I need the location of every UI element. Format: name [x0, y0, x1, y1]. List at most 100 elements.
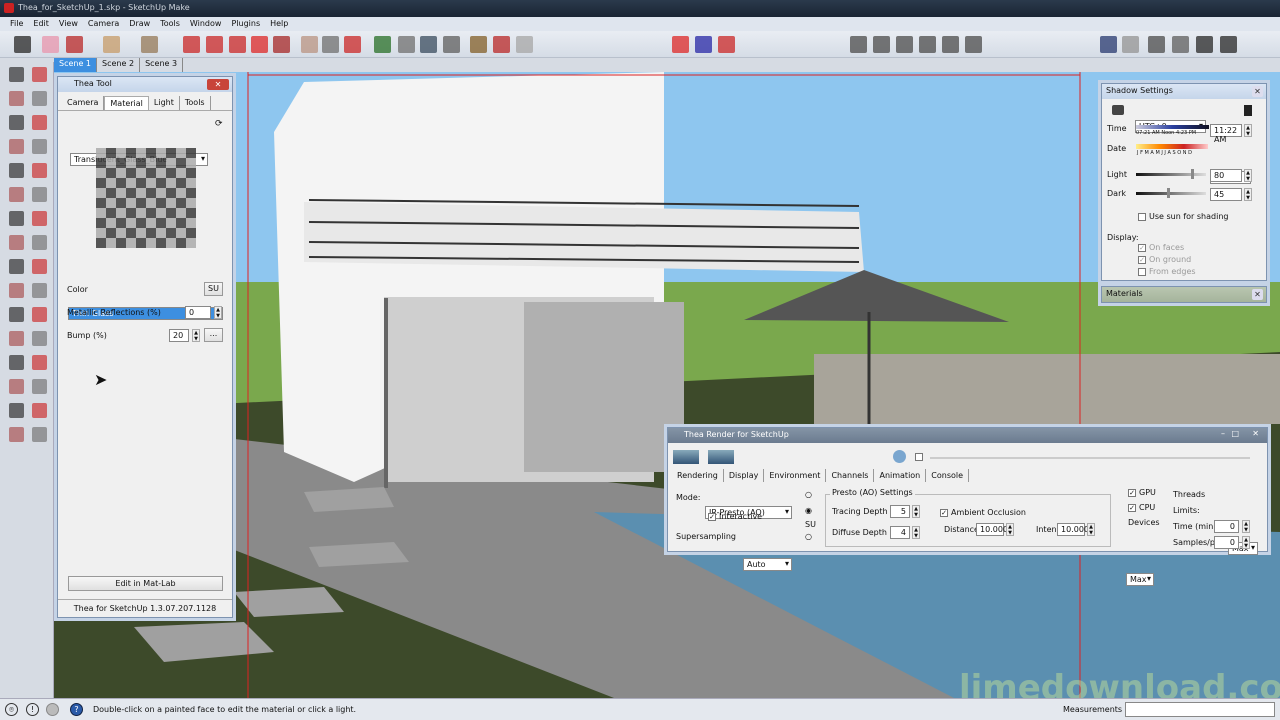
line-icon[interactable]	[32, 115, 47, 130]
monochrome-icon[interactable]	[1220, 36, 1237, 53]
tape-measure-icon[interactable]	[9, 259, 24, 274]
diffuse-depth-spinner[interactable]: ▲ ▼	[912, 526, 920, 539]
select-icon[interactable]	[9, 67, 24, 82]
on-faces-checkbox[interactable]: ✓ On faces	[1138, 243, 1184, 252]
scene-tab-3[interactable]: Scene 3	[140, 58, 184, 72]
top-view-icon[interactable]	[873, 36, 890, 53]
light-spinner[interactable]: ▲ ▼	[1244, 169, 1252, 182]
thea-settings-icon[interactable]	[718, 36, 735, 53]
scene-tab-1[interactable]: Scene 1	[54, 58, 98, 72]
select-icon[interactable]	[14, 36, 31, 53]
materials-panel[interactable]: Materials ✕	[1101, 286, 1267, 303]
tape-measure-icon[interactable]	[301, 36, 318, 53]
on-ground-checkbox[interactable]: ✓ On ground	[1138, 255, 1191, 264]
tracing-depth-spinner[interactable]: ▲ ▼	[912, 505, 920, 518]
edit-in-matlab-button[interactable]: Edit in Mat-Lab	[68, 576, 223, 591]
light-slider[interactable]	[1136, 169, 1206, 179]
paint-bucket-icon[interactable]	[9, 91, 24, 106]
previous-view-icon[interactable]	[32, 379, 47, 394]
close-icon[interactable]: ✕	[1252, 86, 1263, 97]
menu-edit[interactable]: Edit	[33, 19, 49, 31]
collapse-icon[interactable]	[1244, 105, 1252, 116]
component-icon[interactable]	[32, 67, 47, 82]
metallic-input[interactable]: 0	[185, 306, 211, 319]
geo-location-icon[interactable]: ⌾	[5, 703, 18, 716]
zoom-icon[interactable]	[9, 355, 24, 370]
metallic-spinner[interactable]: ▲ ▼	[214, 306, 222, 319]
help-icon[interactable]: ?	[70, 703, 83, 716]
samples-spinner[interactable]: ▲ ▼	[1242, 536, 1250, 549]
play-icon[interactable]	[893, 450, 906, 463]
close-icon[interactable]: ✕	[1252, 289, 1263, 300]
light-input[interactable]: 80	[1210, 169, 1242, 182]
follow-me-icon[interactable]	[206, 36, 223, 53]
devices-select[interactable]: Max	[1126, 573, 1154, 586]
tab-tools[interactable]: Tools	[180, 96, 211, 110]
render-refresh-icon[interactable]	[708, 450, 734, 464]
ambient-occlusion-checkbox[interactable]: ✓ Ambient Occlusion	[940, 508, 1026, 517]
follow-me-icon[interactable]	[32, 211, 47, 226]
bump-texture-button[interactable]: ...	[204, 328, 223, 342]
inten-spinner[interactable]: ▲ ▼	[1087, 523, 1095, 536]
pencil-icon[interactable]	[66, 36, 83, 53]
tab-console[interactable]: Console	[926, 469, 970, 482]
thea-render-icon[interactable]	[695, 36, 712, 53]
tab-camera[interactable]: Camera	[62, 96, 105, 110]
time-spinner[interactable]: ▲ ▼	[1244, 124, 1252, 137]
menu-camera[interactable]: Camera	[88, 19, 119, 31]
freehand-icon[interactable]	[32, 139, 47, 154]
thea-tool-icon[interactable]	[672, 36, 689, 53]
time-input[interactable]: 11:22 AM	[1210, 124, 1242, 144]
scene-tab-2[interactable]: Scene 2	[97, 58, 141, 72]
menu-tools[interactable]: Tools	[160, 19, 180, 31]
front-view-icon[interactable]	[896, 36, 913, 53]
cpu-checkbox[interactable]: ✓ CPU	[1128, 503, 1155, 512]
measurements-input[interactable]	[1125, 702, 1275, 717]
offset-icon[interactable]	[32, 235, 47, 250]
close-icon[interactable]: ✕	[1252, 429, 1259, 438]
render-checkbox[interactable]	[915, 453, 923, 461]
radio-1[interactable]: ○	[805, 490, 812, 499]
arc-icon[interactable]	[32, 163, 47, 178]
eraser-icon[interactable]	[42, 36, 59, 53]
tab-display[interactable]: Display	[724, 469, 765, 482]
color-su-button[interactable]: SU	[204, 282, 223, 296]
protractor-icon[interactable]	[9, 283, 24, 298]
move-icon[interactable]	[9, 187, 24, 202]
render-start-icon[interactable]	[673, 450, 699, 464]
back-view-icon[interactable]	[942, 36, 959, 53]
shaded-icon[interactable]	[1172, 36, 1189, 53]
zoom-extents-icon[interactable]	[9, 379, 24, 394]
rotate-icon[interactable]	[251, 36, 268, 53]
arc-icon[interactable]	[103, 36, 120, 53]
tab-channels[interactable]: Channels	[826, 469, 875, 482]
samples-input[interactable]: 0	[1214, 536, 1239, 549]
use-sun-checkbox[interactable]: Use sun for shading	[1138, 212, 1228, 221]
from-edges-checkbox[interactable]: From edges	[1138, 267, 1196, 276]
circle-icon[interactable]	[9, 139, 24, 154]
maximize-icon[interactable]: □	[1231, 429, 1239, 438]
radio-2[interactable]: ◉	[805, 506, 812, 515]
refresh-icon[interactable]: ⟳	[215, 119, 223, 129]
menu-help[interactable]: Help	[270, 19, 288, 31]
distance-input[interactable]: 10.000	[976, 523, 1008, 536]
dimension-icon[interactable]	[32, 259, 47, 274]
date-slider[interactable]	[1136, 144, 1208, 149]
wireframe-icon[interactable]	[1122, 36, 1139, 53]
zoom-extents-icon[interactable]	[443, 36, 460, 53]
axes-icon[interactable]	[344, 36, 361, 53]
look-around-icon[interactable]	[32, 403, 47, 418]
tab-material[interactable]: Material	[104, 96, 149, 110]
section-plane-icon[interactable]	[32, 427, 47, 442]
warehouse-icon[interactable]	[470, 36, 487, 53]
gpu-checkbox[interactable]: ✓ GPU	[1128, 488, 1156, 497]
3d-text-icon[interactable]	[32, 307, 47, 322]
tracing-depth-input[interactable]: 5	[890, 505, 910, 518]
tab-light[interactable]: Light	[149, 96, 180, 110]
time-min-spinner[interactable]: ▲ ▼	[1242, 520, 1250, 533]
menu-plugins[interactable]: Plugins	[231, 19, 260, 31]
push-pull-icon[interactable]	[32, 187, 47, 202]
shadow-toggle-icon[interactable]	[1112, 105, 1124, 115]
inten-input[interactable]: 10.000	[1057, 523, 1089, 536]
push-pull-icon[interactable]	[183, 36, 200, 53]
